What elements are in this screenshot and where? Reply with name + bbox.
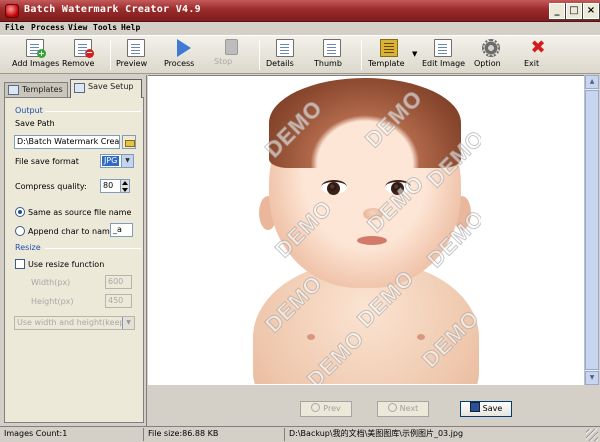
- exit-x-icon: ✖: [530, 37, 546, 58]
- floppy-disk-icon: [469, 402, 480, 412]
- process-button[interactable]: Process: [164, 38, 204, 72]
- stop-button[interactable]: Stop: [214, 38, 248, 72]
- add-images-icon: +: [26, 39, 46, 58]
- same-name-label: Same as source file name: [28, 208, 132, 217]
- preview-button[interactable]: Preview: [116, 38, 156, 72]
- toolbar: + Add Images − Remove Preview Process St…: [0, 36, 600, 74]
- file-size-status: File size:86.88 KB: [143, 428, 284, 441]
- window-title: Batch Watermark Creator V4.9: [24, 4, 201, 15]
- menu-bar: File Process View Tools Help: [0, 22, 600, 36]
- remove-icon: −: [74, 39, 94, 58]
- option-button[interactable]: Option: [474, 38, 508, 72]
- compress-quality-stepper[interactable]: 80: [100, 179, 130, 193]
- menu-view[interactable]: View: [68, 23, 87, 32]
- gear-icon: [482, 39, 500, 57]
- title-bar: Batch Watermark Creator V4.9 _ □ ×: [0, 0, 600, 22]
- status-bar: Images Count:1 File size:86.88 KB D:\Bac…: [0, 426, 600, 442]
- scroll-thumb[interactable]: [585, 90, 599, 370]
- width-label: Width(px): [31, 278, 71, 287]
- compress-quality-value: 80: [103, 181, 114, 190]
- resize-mode-select[interactable]: Use width and height(keep asp ▼: [14, 316, 135, 330]
- preview-icon: [127, 39, 145, 57]
- save-setup-panel: Output Save Path D:\Batch Watermark Crea…: [4, 97, 144, 423]
- save-path-input[interactable]: D:\Batch Watermark Creator\C: [14, 135, 120, 149]
- exit-button[interactable]: ✖ Exit: [524, 38, 552, 72]
- spinner-arrows-icon[interactable]: [120, 180, 129, 192]
- height-label: Height(px): [31, 297, 74, 306]
- left-panel: Templates Save Setup Output Save Path D:…: [0, 75, 147, 426]
- toolbar-separator: [361, 40, 362, 70]
- same-name-radio[interactable]: [15, 207, 25, 217]
- navigation-bar: Prev Next Save: [148, 396, 584, 422]
- append-char-label: Append char to name:: [28, 227, 118, 236]
- menu-file[interactable]: File: [5, 23, 24, 32]
- save-setup-tab-icon: [74, 83, 85, 93]
- tab-templates[interactable]: Templates: [4, 82, 68, 97]
- menu-process[interactable]: Process: [31, 23, 65, 32]
- output-group-title: Output: [15, 106, 43, 115]
- details-icon: [276, 39, 294, 57]
- preview-scrollbar[interactable]: ▲ ▼: [584, 75, 599, 385]
- tab-save-setup[interactable]: Save Setup: [70, 79, 142, 98]
- panel-tabs: Templates Save Setup: [4, 79, 144, 98]
- append-char-input[interactable]: _a: [110, 223, 133, 237]
- compress-quality-label: Compress quality:: [15, 182, 87, 191]
- images-count-status: Images Count:1: [4, 429, 68, 438]
- output-group-divider: [45, 111, 141, 112]
- next-button[interactable]: Next: [377, 401, 429, 417]
- thumbnail-icon: [323, 39, 341, 57]
- menu-help[interactable]: Help: [121, 23, 140, 32]
- close-button[interactable]: ×: [583, 3, 599, 19]
- template-dropdown-arrow-icon[interactable]: ▼: [412, 50, 417, 58]
- play-icon: [177, 39, 191, 57]
- scroll-down-icon[interactable]: ▼: [585, 371, 599, 385]
- file-format-value: JPG: [102, 156, 120, 166]
- browse-folder-icon[interactable]: [122, 135, 136, 149]
- add-images-button[interactable]: + Add Images: [12, 38, 59, 72]
- chevron-down-icon[interactable]: ▼: [122, 317, 134, 329]
- thumb-button[interactable]: Thumb: [314, 38, 350, 72]
- preview-canvas: DEMO DEMO DEMO DEMO DEMO DEMO DEMO DEMO …: [148, 75, 584, 385]
- remove-button[interactable]: − Remove: [62, 38, 104, 72]
- file-path-status: D:\Backup\我的文档\美图图库\示例图片_03.jpg: [284, 428, 584, 441]
- scroll-up-icon[interactable]: ▲: [585, 75, 599, 89]
- use-resize-label: Use resize function: [28, 260, 105, 269]
- toolbar-separator: [110, 40, 111, 70]
- append-char-radio[interactable]: [15, 226, 25, 236]
- use-resize-checkbox[interactable]: [15, 259, 25, 269]
- edit-image-button[interactable]: Edit Image: [422, 38, 465, 72]
- resize-group-title: Resize: [15, 243, 41, 252]
- app-icon: [5, 4, 19, 18]
- minimize-button[interactable]: _: [549, 3, 565, 19]
- edit-image-icon: [434, 39, 452, 57]
- resize-grip-icon[interactable]: [586, 429, 598, 441]
- maximize-button[interactable]: □: [566, 3, 582, 19]
- width-input[interactable]: 600: [105, 275, 132, 289]
- templates-tab-icon: [8, 85, 19, 95]
- details-button[interactable]: Details: [266, 38, 304, 72]
- preview-image: DEMO DEMO DEMO DEMO DEMO DEMO DEMO DEMO …: [251, 76, 481, 384]
- height-input[interactable]: 450: [105, 294, 132, 308]
- menu-tools[interactable]: Tools: [93, 23, 117, 32]
- resize-mode-value: Use width and height(keep asp: [17, 318, 135, 327]
- file-format-label: File save format: [15, 157, 79, 166]
- template-icon: [380, 39, 398, 57]
- stop-icon: [224, 39, 238, 55]
- save-button[interactable]: Save: [460, 401, 512, 417]
- chevron-down-icon[interactable]: ▼: [121, 155, 133, 167]
- resize-group-divider: [45, 248, 141, 249]
- file-format-select[interactable]: JPG ▼: [100, 154, 134, 168]
- save-path-label: Save Path: [15, 119, 55, 128]
- template-button[interactable]: Template: [368, 38, 410, 72]
- prev-button[interactable]: Prev: [300, 401, 352, 417]
- next-arrow-icon: [387, 403, 397, 412]
- prev-arrow-icon: [311, 403, 321, 412]
- toolbar-separator: [259, 40, 260, 70]
